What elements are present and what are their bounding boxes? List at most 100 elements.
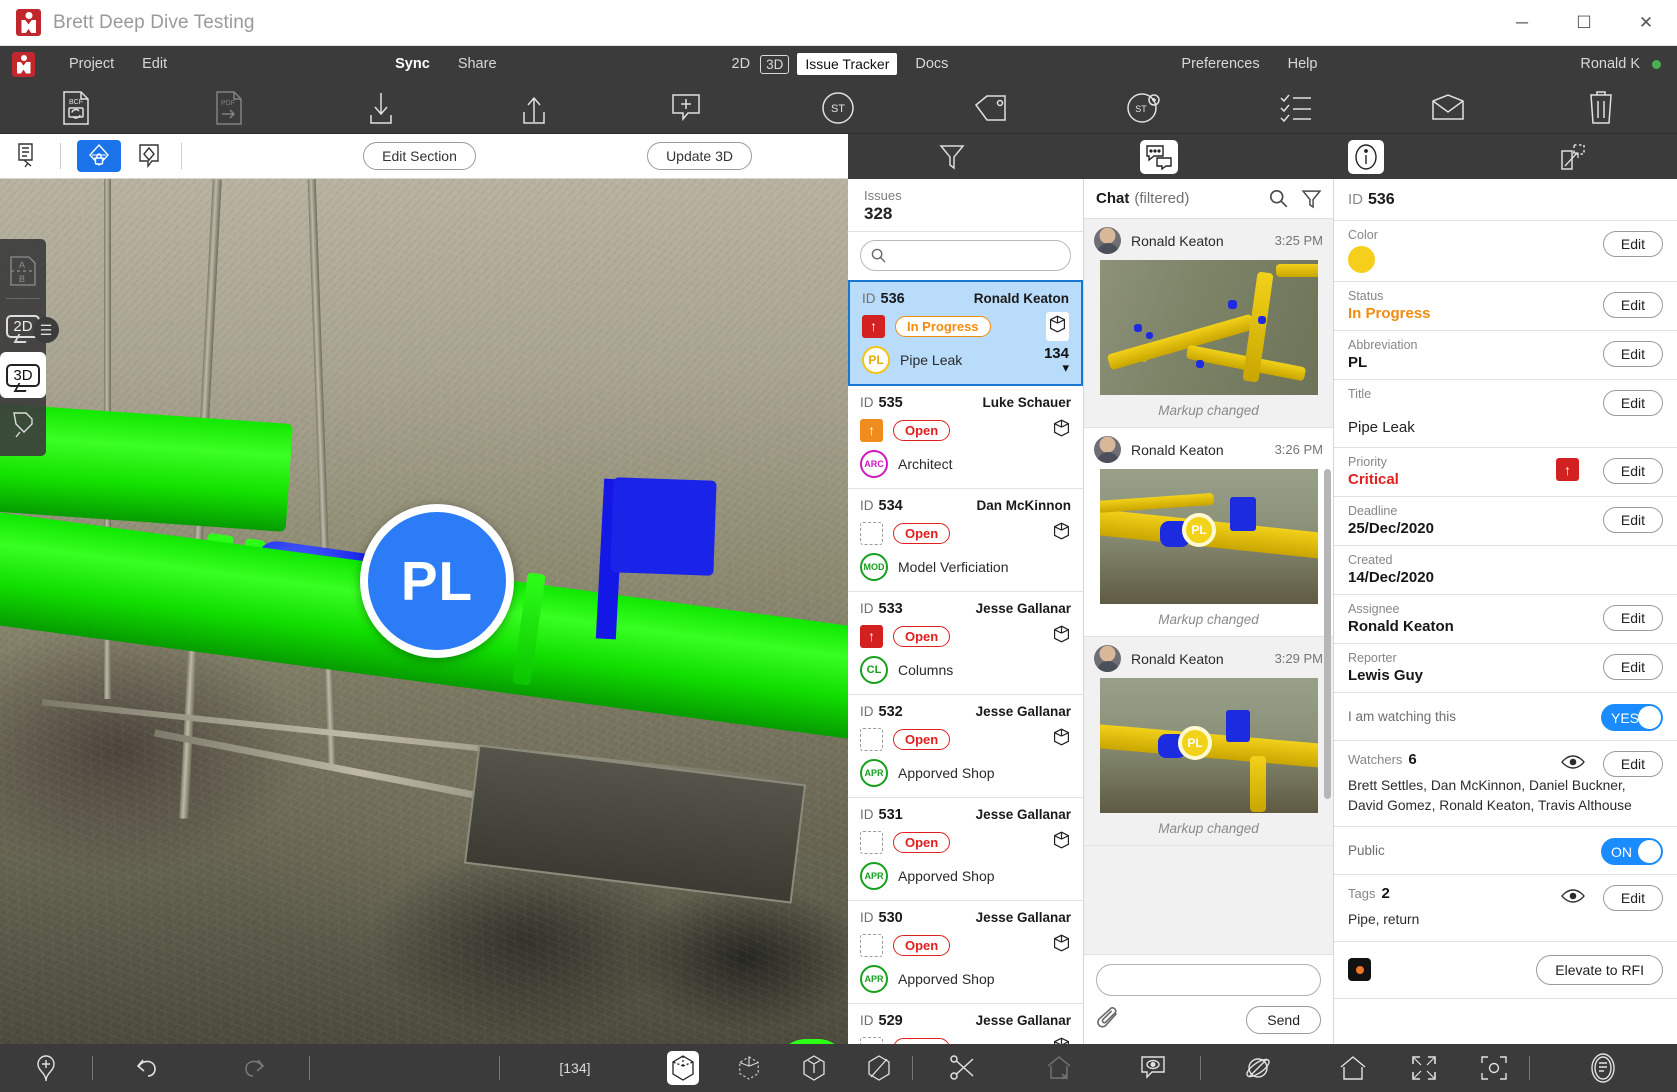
section-lock-icon[interactable] <box>77 140 121 172</box>
edit-abbreviation-button[interactable]: Edit <box>1603 341 1663 367</box>
edit-section-button[interactable]: Edit Section <box>363 142 476 170</box>
tags-eye-icon[interactable] <box>1561 888 1585 904</box>
section-ab-icon[interactable]: A B <box>0 248 46 294</box>
minimize-button[interactable]: ─ <box>1491 0 1553 45</box>
menu-item-project[interactable]: Project <box>55 56 128 72</box>
chat-messages[interactable]: Ronald Keaton3:25 PMMarkup changedRonald… <box>1084 219 1333 954</box>
edit-watchers-button[interactable]: Edit <box>1603 751 1663 777</box>
edit-reporter-button[interactable]: Edit <box>1603 654 1663 680</box>
cube-solid-icon[interactable] <box>650 1044 718 1092</box>
issue-cube-icon[interactable] <box>1052 418 1071 443</box>
menu-item-help[interactable]: Help <box>1274 56 1332 72</box>
issue-cube-icon[interactable] <box>1052 830 1071 855</box>
comment-view-icon[interactable] <box>1106 1044 1200 1092</box>
status-icon[interactable]: ST <box>762 82 914 133</box>
issue-row-534[interactable]: ID534Dan McKinnonOpenMODModel Verficiati… <box>848 489 1083 592</box>
issue-row-533[interactable]: ID533Jesse Gallanar↑OpenCLColumns <box>848 592 1083 695</box>
markup-list-icon[interactable] <box>6 140 50 172</box>
color-swatch[interactable] <box>1348 246 1375 273</box>
home-icon[interactable] <box>1316 1044 1390 1092</box>
issue-cube-icon[interactable] <box>1046 312 1069 341</box>
chat-filter-icon[interactable] <box>1302 189 1321 208</box>
menu-item-edit[interactable]: Edit <box>128 56 181 72</box>
fit-icon[interactable] <box>1390 1044 1460 1092</box>
tab-docs[interactable]: Docs <box>901 56 962 72</box>
markup-flag[interactable] <box>610 477 716 576</box>
cube-dashed-icon[interactable] <box>717 1044 781 1092</box>
tab-issue-tracker[interactable]: Issue Tracker <box>797 53 897 75</box>
edit-title-button[interactable]: Edit <box>1603 390 1663 416</box>
chat-icon[interactable] <box>1055 140 1262 174</box>
view-3d-button[interactable]: 3D <box>760 55 789 74</box>
close-button[interactable]: ✕ <box>1615 0 1677 45</box>
filter-icon[interactable] <box>848 143 1055 171</box>
orbit-icon[interactable] <box>1201 1044 1316 1092</box>
send-button[interactable]: Send <box>1246 1006 1321 1034</box>
scissors-icon[interactable] <box>913 1044 1012 1092</box>
issue-cube-icon[interactable] <box>1052 727 1071 752</box>
issue-row-532[interactable]: ID532Jesse GallanarOpenAPRApporved Shop <box>848 695 1083 798</box>
chat-input[interactable] <box>1096 964 1321 996</box>
menu-item-share[interactable]: Share <box>444 56 511 72</box>
issue-cube-icon[interactable] <box>1052 1036 1071 1044</box>
issue-cube-icon[interactable] <box>1052 624 1071 649</box>
issue-cube-icon[interactable] <box>1052 933 1071 958</box>
3d-viewport[interactable]: PL A B 2D <box>0 179 848 1044</box>
issue-row-536[interactable]: ID536Ronald Keaton↑In ProgressPLPipe Lea… <box>848 280 1083 386</box>
issue-cube-icon[interactable] <box>1052 521 1071 546</box>
undo-icon[interactable] <box>93 1044 200 1092</box>
info-icon[interactable] <box>1263 140 1470 174</box>
add-issue-icon[interactable] <box>610 82 762 133</box>
menu-item-sync[interactable]: Sync <box>381 56 444 72</box>
public-toggle[interactable]: ON <box>1601 838 1663 865</box>
add-marker-icon[interactable] <box>0 1044 92 1092</box>
rail-collapse-handle[interactable]: ☰ <box>33 317 59 343</box>
update-3d-button[interactable]: Update 3D <box>647 142 752 170</box>
elevate-to-rfi-button[interactable]: Elevate to RFI <box>1536 955 1663 985</box>
pen-icon[interactable] <box>0 401 46 447</box>
export-icon[interactable] <box>457 82 609 133</box>
popout-icon[interactable] <box>1470 143 1677 171</box>
edit-tags-button[interactable]: Edit <box>1603 885 1663 911</box>
issue-count[interactable]: 134▾ <box>1044 346 1069 374</box>
issues-search-input[interactable] <box>892 248 1060 263</box>
issues-list[interactable]: ID536Ronald Keaton↑In ProgressPLPipe Lea… <box>848 280 1083 1044</box>
edit-priority-button[interactable]: Edit <box>1603 458 1663 484</box>
chat-scrollbar[interactable] <box>1324 469 1331 799</box>
watchers-eye-icon[interactable] <box>1561 754 1585 770</box>
checklist-icon[interactable] <box>1220 82 1372 133</box>
paperclip-icon[interactable] <box>1096 1006 1124 1034</box>
issue-marker-pl[interactable]: PL <box>360 504 514 658</box>
chat-snapshot-image[interactable] <box>1100 260 1318 395</box>
status-tracker-icon[interactable]: ST <box>1067 82 1219 133</box>
camera-icon[interactable] <box>1459 1044 1529 1092</box>
cube-outline-icon[interactable] <box>781 1044 847 1092</box>
delete-icon[interactable] <box>1525 82 1677 133</box>
section-clip-icon[interactable] <box>127 140 171 172</box>
viewport-3d-button[interactable]: 3D <box>0 352 46 398</box>
edit-assignee-button[interactable]: Edit <box>1603 605 1663 631</box>
chat-search-icon[interactable] <box>1269 189 1288 208</box>
import-icon[interactable] <box>305 82 457 133</box>
issue-row-530[interactable]: ID530Jesse GallanarOpenAPRApporved Shop <box>848 901 1083 1004</box>
watching-toggle[interactable]: YES <box>1601 704 1663 731</box>
cube-hidden-icon[interactable] <box>846 1044 912 1092</box>
chat-snapshot-image[interactable]: PL <box>1100 469 1318 604</box>
edit-status-button[interactable]: Edit <box>1603 292 1663 318</box>
edit-deadline-button[interactable]: Edit <box>1603 507 1663 533</box>
view-2d-button[interactable]: 2D <box>726 56 757 72</box>
home-cut-icon[interactable] <box>1013 1044 1107 1092</box>
maximize-button[interactable]: ☐ <box>1553 0 1615 45</box>
chat-snapshot-image[interactable]: PL <box>1100 678 1318 813</box>
user-area[interactable]: Ronald K <box>1580 56 1677 72</box>
tag-icon[interactable] <box>915 82 1067 133</box>
menu-logo-icon[interactable] <box>12 52 35 77</box>
inbox-icon[interactable] <box>1372 82 1524 133</box>
issue-row-531[interactable]: ID531Jesse GallanarOpenAPRApporved Shop <box>848 798 1083 901</box>
issue-row-535[interactable]: ID535Luke Schauer↑OpenARCArchitect <box>848 386 1083 489</box>
bcf-sync-icon[interactable]: BCF <box>0 82 152 133</box>
report-icon[interactable] <box>1530 1044 1677 1092</box>
redo-icon[interactable] <box>200 1044 309 1092</box>
edit-color-button[interactable]: Edit <box>1603 231 1663 257</box>
issue-row-529[interactable]: ID529Jesse GallanarOpenAPRApporved Shop <box>848 1004 1083 1044</box>
